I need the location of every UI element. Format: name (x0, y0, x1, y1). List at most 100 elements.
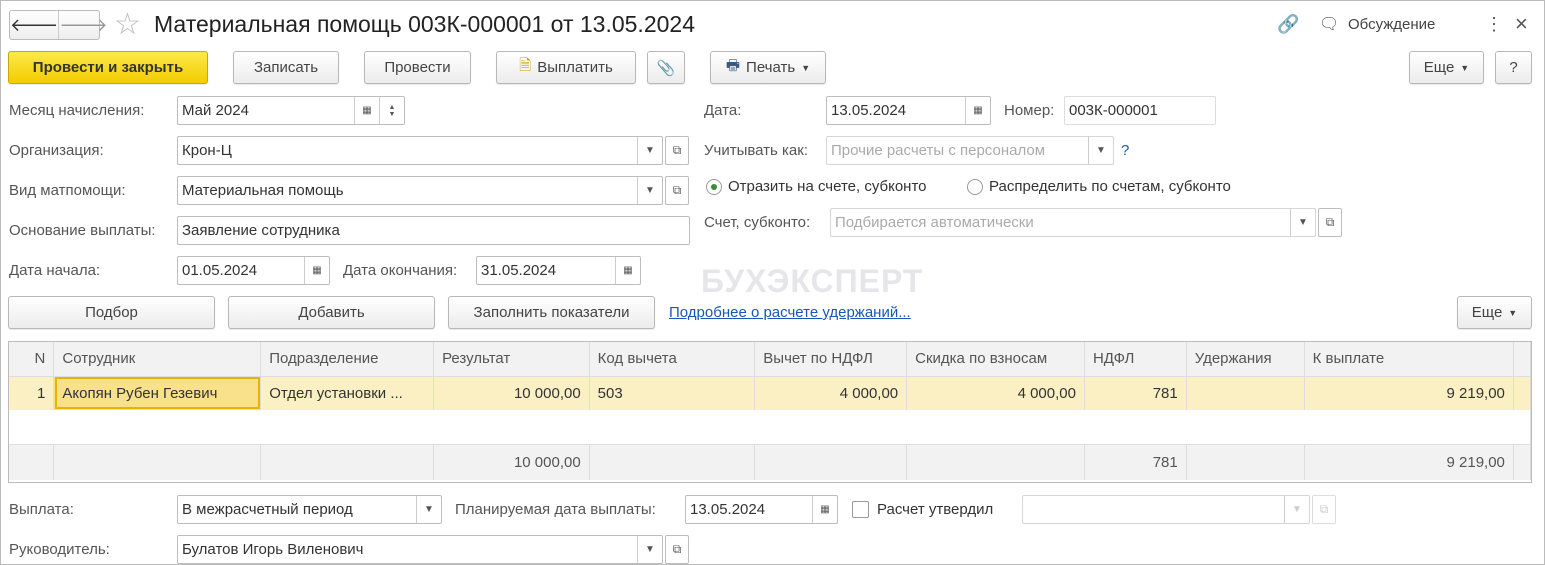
number-input[interactable]: 003К-000001 (1064, 96, 1216, 125)
total-code (589, 443, 756, 480)
help-link[interactable]: ? (1121, 142, 1129, 159)
org-input[interactable]: Крон-Ц ▼ (177, 136, 663, 165)
col-department[interactable]: Подразделение (260, 342, 435, 377)
end-input[interactable]: 31.05.2024 ▦ (476, 256, 641, 285)
chevron-down-icon[interactable]: ▼ (637, 137, 662, 164)
total-deduction (754, 443, 908, 480)
col-withholdings[interactable]: Удержания (1186, 342, 1305, 377)
account-input[interactable]: Подбирается автоматически ▼ (830, 208, 1316, 237)
cell-department[interactable]: Отдел установки ... (260, 376, 435, 410)
type-input[interactable]: Материальная помощь ▼ (177, 176, 663, 205)
radio-unchecked-icon (967, 179, 983, 196)
col-to-pay[interactable]: К выплате (1304, 342, 1514, 377)
attach-button[interactable]: 📎 (647, 51, 685, 84)
open-account-button[interactable]: ⧉ (1318, 208, 1342, 237)
fill-indicators-button[interactable]: Заполнить показатели (448, 296, 655, 329)
table-row[interactable]: 1 Акопян Рубен Гезевич Отдел установки .… (9, 376, 1532, 410)
pay-icon: 🗎 (519, 57, 532, 74)
table-more-button[interactable]: Еще ▼ (1457, 296, 1532, 329)
cell-deduction-code[interactable]: 503 (589, 376, 756, 410)
head-input[interactable]: Булатов Игорь Виленович ▼ (177, 535, 663, 564)
open-org-button[interactable]: ⧉ (665, 136, 689, 165)
more-button[interactable]: Еще ▼ (1409, 51, 1484, 84)
account-as-value: Прочие расчеты с персоналом (831, 142, 1046, 159)
chevron-down-icon[interactable]: ▼ (1284, 496, 1309, 523)
basis-input[interactable]: Заявление сотрудника (177, 216, 690, 245)
discussion-icon[interactable]: 🗨 (1319, 14, 1339, 34)
calendar-icon[interactable]: ▦ (304, 257, 329, 284)
discussion-button[interactable]: Обсуждение (1348, 16, 1435, 33)
calendar-icon[interactable]: ▦ (354, 97, 379, 124)
radio-single-account[interactable]: Отразить на счете, субконто (706, 178, 927, 196)
col-ndfl[interactable]: НДФЛ (1084, 342, 1187, 377)
approved-checkbox[interactable]: Расчет утвердил (852, 501, 993, 518)
account-as-label: Учитывать как: (704, 142, 809, 159)
col-ndfl-deduction[interactable]: Вычет по НДФЛ (754, 342, 908, 377)
post-button[interactable]: Провести (364, 51, 471, 84)
chevron-down-icon[interactable]: ▼ (416, 496, 441, 523)
pick-button[interactable]: Подбор (8, 296, 215, 329)
total-department (260, 443, 435, 480)
calendar-icon[interactable]: ▦ (615, 257, 640, 284)
radio-distribute-label: Распределить по счетам, субконто (989, 178, 1231, 195)
cell-result[interactable]: 10 000,00 (433, 376, 590, 410)
month-input[interactable]: Май 2024 ▦ ▲ ▼ (177, 96, 405, 125)
date-input[interactable]: 13.05.2024 ▦ (826, 96, 991, 125)
month-stepper[interactable]: ▲ ▼ (379, 97, 404, 124)
calendar-icon[interactable]: ▦ (965, 97, 990, 124)
cell-withholdings[interactable] (1186, 376, 1305, 410)
cell-ndfl[interactable]: 781 (1084, 376, 1187, 410)
col-employee[interactable]: Сотрудник (53, 342, 262, 377)
help-button[interactable]: ? (1495, 51, 1532, 84)
more-menu-icon[interactable]: ⋮ (1485, 14, 1503, 35)
add-button[interactable]: Добавить (228, 296, 435, 329)
approved-by-input[interactable]: ▼ (1022, 495, 1310, 524)
col-n[interactable]: N (9, 342, 55, 377)
scrollbar[interactable] (1513, 342, 1532, 377)
payment-input[interactable]: В межрасчетный период ▼ (177, 495, 442, 524)
favorite-star-icon[interactable]: ☆ (114, 7, 141, 42)
close-icon[interactable]: × (1515, 11, 1528, 37)
total-result: 10 000,00 (433, 443, 590, 480)
paperclip-icon: 📎 (656, 59, 676, 77)
open-head-button[interactable]: ⧉ (665, 535, 689, 564)
cell-contrib-discount[interactable]: 4 000,00 (906, 376, 1085, 410)
col-result[interactable]: Результат (433, 342, 590, 377)
chevron-down-icon[interactable]: ▼ (1088, 137, 1113, 164)
total-employee (53, 443, 262, 480)
post-and-close-button[interactable]: Провести и закрыть (8, 51, 208, 84)
checkbox-icon (852, 501, 869, 518)
head-label: Руководитель: (9, 541, 110, 558)
month-value: Май 2024 (182, 102, 249, 119)
back-button[interactable]: 🡐 (10, 11, 60, 39)
chevron-down-icon[interactable]: ▼ (637, 177, 662, 204)
open-approved-button[interactable]: ⧉ (1312, 495, 1336, 524)
pay-label: Выплатить (537, 59, 613, 76)
employees-table: N Сотрудник Подразделение Результат Код … (9, 342, 1532, 480)
chevron-down-icon[interactable]: ▼ (637, 536, 662, 563)
start-input[interactable]: 01.05.2024 ▦ (177, 256, 330, 285)
forward-button[interactable]: 🡒 (59, 11, 107, 39)
cell-to-pay[interactable]: 9 219,00 (1304, 376, 1514, 410)
radio-distribute[interactable]: Распределить по счетам, субконто (967, 178, 1231, 196)
col-contrib-discount[interactable]: Скидка по взносам (906, 342, 1085, 377)
cell-employee[interactable]: Акопян Рубен Гезевич (53, 376, 262, 410)
account-as-input[interactable]: Прочие расчеты с персоналом ▼ (826, 136, 1114, 165)
help-label: ? (1509, 59, 1518, 76)
chevron-down-icon[interactable]: ▼ (1290, 209, 1315, 236)
col-deduction-code[interactable]: Код вычета (589, 342, 756, 377)
nav-buttons: 🡐 🡒 (9, 10, 108, 40)
planned-date-input[interactable]: 13.05.2024 ▦ (685, 495, 838, 524)
cell-ndfl-deduction[interactable]: 4 000,00 (754, 376, 908, 410)
print-button[interactable]: 🖶 Печать ▼ (710, 51, 826, 84)
save-button[interactable]: Записать (233, 51, 339, 84)
total-n (9, 443, 55, 480)
calendar-icon[interactable]: ▦ (812, 496, 837, 523)
pay-button[interactable]: 🗎 Выплатить (496, 51, 636, 84)
open-type-button[interactable]: ⧉ (665, 176, 689, 205)
type-label: Вид матпомощи: (9, 182, 126, 199)
link-icon[interactable]: 🔗 (1277, 14, 1299, 35)
end-label: Дата окончания: (343, 262, 458, 279)
start-label: Дата начала: (9, 262, 101, 279)
deductions-details-link[interactable]: Подробнее о расчете удержаний... (669, 304, 911, 321)
